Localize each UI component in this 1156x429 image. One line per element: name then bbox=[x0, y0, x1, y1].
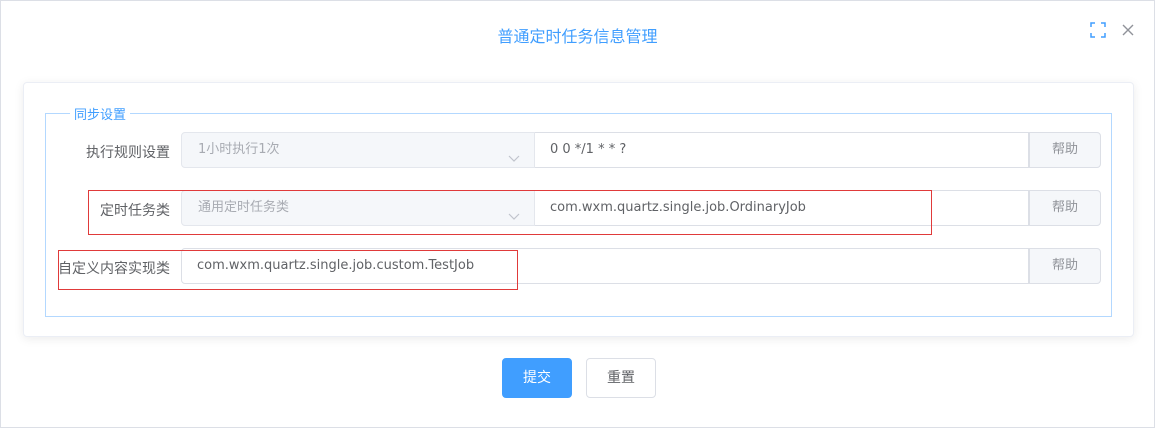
exec-rule-help-button[interactable]: 帮助 bbox=[1029, 132, 1101, 168]
submit-button[interactable]: 提交 bbox=[502, 358, 572, 398]
chevron-down-icon bbox=[508, 144, 520, 162]
dialog-title: 普通定时任务信息管理 bbox=[497, 27, 658, 46]
custom-class-help-button[interactable]: 帮助 bbox=[1029, 248, 1101, 284]
cron-expression-input[interactable]: 0 0 */1 * * ? bbox=[535, 132, 1029, 168]
chevron-down-icon bbox=[508, 202, 520, 220]
fullscreen-icon[interactable] bbox=[1089, 21, 1107, 39]
task-class-select[interactable]: 通用定时任务类 bbox=[181, 190, 535, 226]
exec-rule-select[interactable]: 1小时执行1次 bbox=[181, 132, 535, 168]
group-title: 同步设置 bbox=[74, 108, 127, 123]
row-label-exec-rule: 执行规则设置 bbox=[86, 145, 170, 161]
task-class-help-button[interactable]: 帮助 bbox=[1029, 190, 1101, 226]
task-class-select-value: 通用定时任务类 bbox=[198, 200, 290, 215]
row-label-task-class: 定时任务类 bbox=[100, 203, 170, 219]
exec-rule-select-value: 1小时执行1次 bbox=[198, 142, 280, 157]
reset-button[interactable]: 重置 bbox=[586, 358, 656, 398]
task-class-input[interactable]: com.wxm.quartz.single.job.OrdinaryJob bbox=[535, 190, 1029, 226]
custom-class-input[interactable]: com.wxm.quartz.single.job.custom.TestJob bbox=[181, 248, 1029, 284]
close-icon[interactable] bbox=[1119, 21, 1137, 39]
row-label-custom-class: 自定义内容实现类 bbox=[58, 261, 170, 277]
